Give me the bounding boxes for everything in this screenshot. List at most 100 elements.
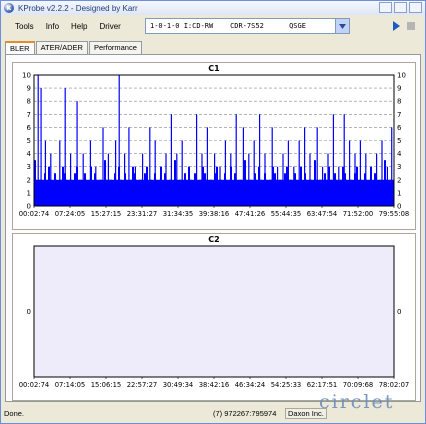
title-bar[interactable]: K KProbe v2.2.2 - Designed by Karr (1, 1, 425, 15)
c1-bar (170, 114, 172, 206)
c1-bar (181, 140, 183, 206)
c1-base-bar (86, 179, 88, 206)
c1-base-bar (312, 179, 314, 206)
c1-x-tick-label: 55:44:35 (271, 210, 302, 218)
c1-base-bar (244, 160, 246, 206)
c1-bar (359, 140, 361, 206)
c1-bar (327, 153, 329, 206)
tab-performance[interactable]: Performance (88, 41, 142, 55)
window-controls (379, 2, 422, 13)
menu-driver[interactable]: Driver (93, 22, 126, 31)
minimize-button[interactable] (379, 2, 392, 13)
c2-y-tick-label-right: 0 (397, 308, 401, 316)
c1-y-tick-label: 5 (27, 137, 31, 145)
c1-bar (354, 153, 356, 206)
c1-y-tick-label: 3 (27, 163, 31, 171)
c1-base-bar (138, 179, 140, 206)
c1-bar (76, 101, 78, 206)
menu-help[interactable]: Help (65, 22, 93, 31)
c1-bar (70, 153, 72, 206)
c1-bar (298, 140, 300, 206)
c2-x-tick-label: 54:25:33 (271, 381, 302, 389)
c1-base-bar (278, 179, 280, 206)
c1-bar (102, 127, 104, 206)
chevron-down-icon[interactable] (335, 19, 349, 33)
c1-base-bar (198, 179, 200, 206)
tab-bler[interactable]: BLER (5, 41, 35, 55)
c1-bar (115, 140, 117, 206)
c1-x-tick-label: 39:38:16 (199, 210, 230, 218)
c1-base-bar (56, 179, 58, 206)
c1-bar (188, 166, 190, 206)
c1-base-bar (240, 179, 242, 206)
c1-base-bar (146, 166, 148, 206)
c1-bar (149, 127, 151, 206)
play-icon[interactable] (393, 21, 400, 31)
c1-bar (107, 153, 109, 206)
c2-y-tick-label: 0 (27, 308, 31, 316)
c1-y-tick-label: 6 (27, 124, 32, 132)
c1-y-tick-label: 8 (27, 98, 31, 106)
c1-base-bar (232, 179, 234, 206)
c1-base-bar (250, 179, 252, 206)
c1-bar (201, 153, 203, 206)
c1-base-bar (334, 173, 336, 206)
c1-base-bar (336, 179, 338, 206)
c1-y-tick-label: 1 (27, 189, 31, 197)
c2-x-tick-label: 62:17:51 (307, 381, 338, 389)
c1-base-bar (300, 166, 302, 206)
close-button[interactable] (409, 2, 422, 13)
c2-x-tick-label: 07:14:05 (55, 381, 86, 389)
maximize-button[interactable] (394, 2, 407, 13)
c1-base-bar (54, 173, 56, 206)
c1-base-bar (362, 179, 364, 206)
c1-base-bar (352, 179, 354, 206)
c1-bar (235, 114, 237, 206)
stop-icon[interactable] (407, 22, 415, 30)
c2-chart-frame: C2 0 0 00:02:74 07:14:05 15:06:15 22:57:27 30:4… (12, 233, 416, 401)
c1-chart-frame: C1 0 0 1 1 2 2 3 3 4 4 5 5 6 6 7 7 8 8 9 9 10 10 00:02:74 07:24:… (12, 62, 416, 230)
c1-base-bar (120, 179, 122, 206)
c1-bar (242, 127, 244, 206)
c1-base-bar (68, 179, 70, 206)
c1-x-tick-label: 00:02:74 (19, 210, 50, 218)
c1-base-bar (372, 179, 374, 206)
c1-bar (271, 127, 273, 206)
app-icon: K (4, 3, 14, 13)
c1-base-bar (216, 166, 218, 206)
c1-bar (165, 153, 167, 206)
drive-select[interactable]: 1-0-1-0 I:CD-RW CDR-7S52 QSGE (145, 18, 350, 34)
c1-bar (381, 140, 383, 206)
app-window: K KProbe v2.2.2 - Designed by Karr Tools… (0, 0, 426, 424)
c1-base-bar (212, 179, 214, 206)
c1-bar (293, 166, 295, 206)
c1-base-bar (356, 166, 358, 206)
c1-bar (37, 75, 39, 206)
c2-x-tick-label: 38:42:16 (199, 381, 230, 389)
c1-base-bar (262, 179, 264, 206)
c1-base-bar (158, 179, 160, 206)
menu-info[interactable]: Info (40, 22, 65, 31)
c1-base-bar (238, 179, 240, 206)
c1-base-bar (84, 173, 86, 206)
c1-y-tick-label-right: 9 (397, 85, 401, 93)
c1-y-tick-label-right: 4 (397, 150, 402, 158)
tab-ater-ader[interactable]: ATER/ADER (35, 41, 88, 55)
c1-base-bar (186, 179, 188, 206)
c1-base-bar (286, 166, 288, 206)
c1-bar (248, 153, 250, 206)
c2-x-tick-label: 70:09:68 (343, 381, 374, 389)
c1-bar (206, 127, 208, 206)
c1-bar (322, 166, 324, 206)
c1-y-tick-label: 4 (27, 150, 32, 158)
c1-base-bar (260, 179, 262, 206)
c1-base-bar (126, 179, 128, 206)
c1-base-bar (306, 179, 308, 206)
c1-base-bar (358, 179, 360, 206)
menu-tools[interactable]: Tools (9, 22, 40, 31)
c1-base-bar (388, 179, 390, 206)
c1-base-bar (192, 179, 194, 206)
c1-base-bar (378, 179, 380, 206)
c1-bar (59, 140, 61, 206)
c1-y-tick-label: 9 (27, 85, 31, 93)
